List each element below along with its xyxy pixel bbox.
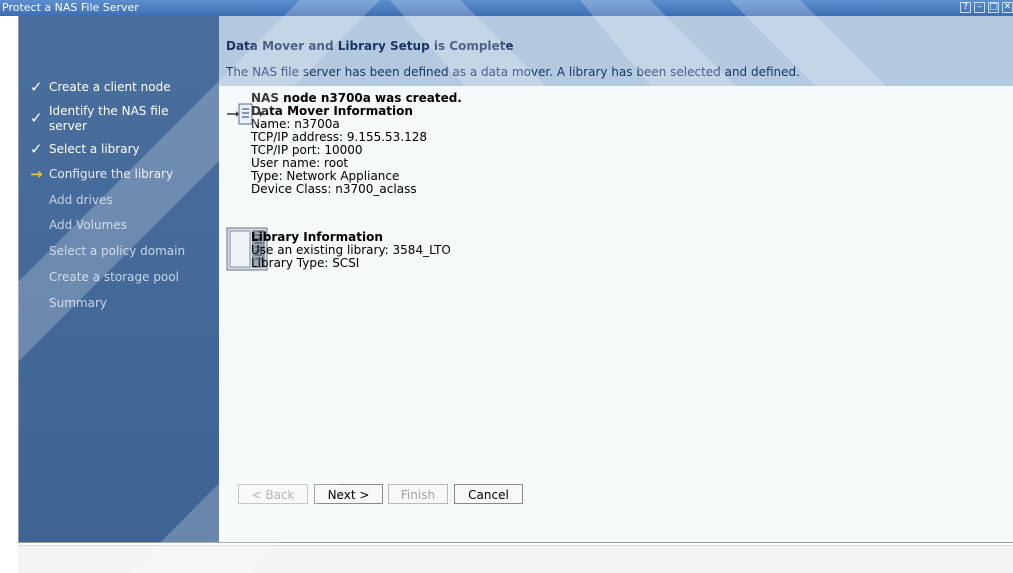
wizard-step-label: Identify the NAS file server [49, 104, 169, 133]
window-title-bar: Protect a NAS File Server ? – □ ✕ [0, 0, 1013, 16]
finish-button[interactable]: Finish [388, 484, 448, 504]
wizard-step-label: Select a library [49, 142, 140, 156]
data-mover-info: NAS node n3700a was created. Data Mover … [251, 92, 462, 196]
help-icon[interactable]: ? [960, 2, 971, 13]
window-title: Protect a NAS File Server [2, 1, 139, 14]
wizard-step-label: Select a policy domain [49, 244, 186, 258]
cancel-button[interactable]: Cancel [454, 484, 523, 504]
page-header: Data Mover and Library Setup is Complete… [219, 16, 1013, 86]
library-info: Library Information Use an existing libr… [251, 231, 451, 270]
current-step-arrow-icon: → [30, 165, 43, 183]
page-title: Data Mover and Library Setup is Complete [226, 39, 514, 53]
wizard-step-create-client-node: ✓ Create a client node [30, 80, 220, 95]
status-strip [18, 545, 1013, 573]
page-description: The NAS file server has been defined as … [226, 65, 800, 79]
wizard-step-identify-nas: ✓ Identify the NAS file server [30, 104, 220, 134]
wizard-step-nav: ✓ Create a client node ✓ Identify the NA… [19, 16, 219, 542]
back-button[interactable]: < Back [238, 484, 308, 504]
close-icon[interactable]: ✕ [1002, 2, 1013, 13]
wizard-step-select-library: ✓ Select a library [30, 142, 220, 157]
minimize-icon[interactable]: – [974, 2, 985, 13]
wizard-step-label: Summary [49, 296, 107, 310]
wizard-step-label: Create a client node [49, 80, 171, 94]
checkmark-icon: ✓ [30, 109, 43, 127]
wizard-step-label: Add drives [49, 193, 113, 207]
wizard-step-add-volumes: Add Volumes [30, 218, 220, 233]
checkmark-icon: ✓ [30, 78, 43, 96]
maximize-icon[interactable]: □ [988, 2, 999, 13]
wizard-step-label: Create a storage pool [49, 270, 179, 284]
next-button[interactable]: Next > [314, 484, 383, 504]
wizard-step-select-policy-domain: Select a policy domain [30, 244, 220, 259]
wizard-step-summary: Summary [30, 296, 220, 311]
wizard-step-create-storage-pool: Create a storage pool [30, 270, 220, 285]
wizard-step-label: Configure the library [49, 167, 174, 181]
library-type: Library Type: SCSI [251, 256, 360, 270]
checkmark-icon: ✓ [30, 140, 43, 158]
wizard-step-configure-library: → Configure the library [30, 167, 220, 182]
wizard-step-label: Add Volumes [49, 218, 127, 232]
wizard-step-add-drives: Add drives [30, 193, 220, 208]
data-mover-device-class: Device Class: n3700_aclass [251, 182, 417, 196]
